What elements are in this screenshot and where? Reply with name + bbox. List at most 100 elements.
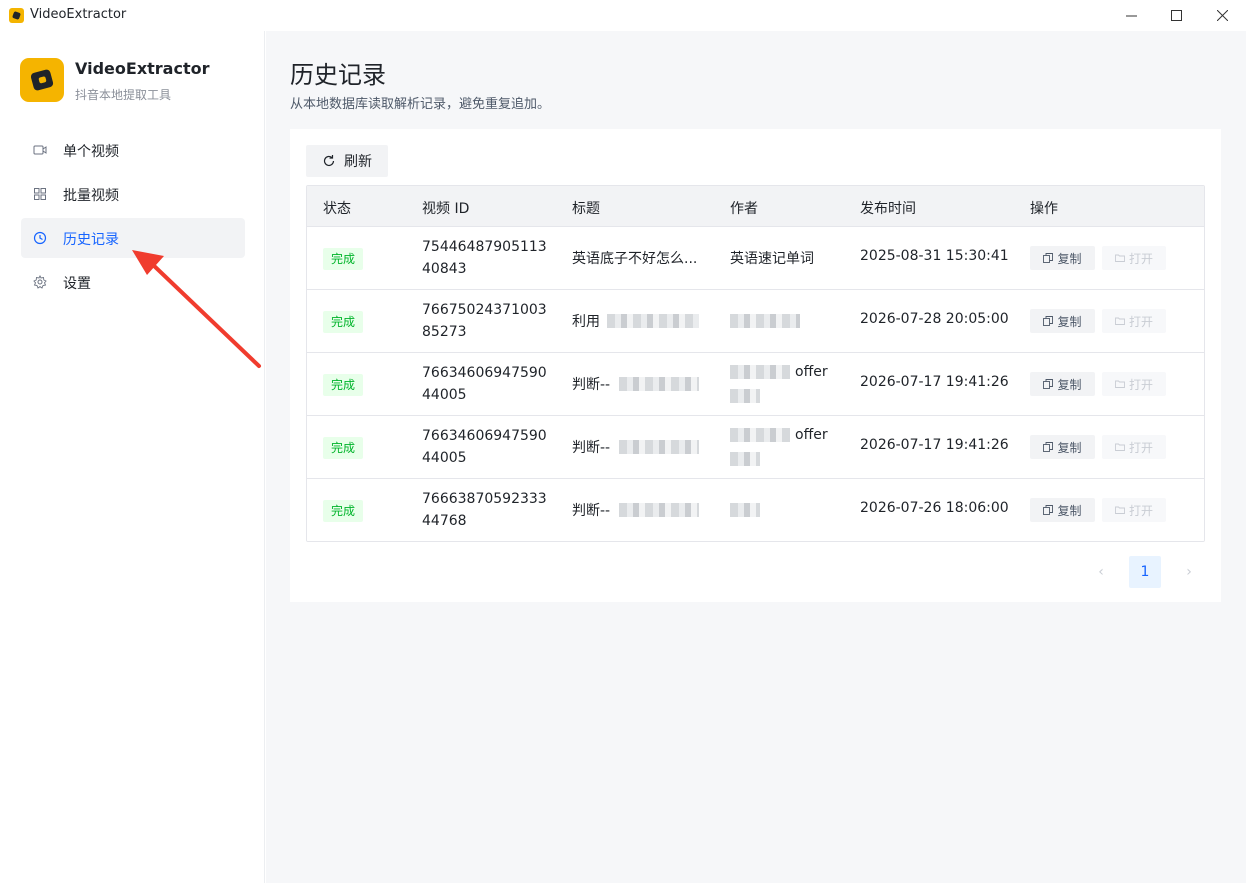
copy-icon xyxy=(1043,442,1054,452)
brand-logo xyxy=(20,58,64,102)
video-icon xyxy=(33,143,47,157)
copy-icon xyxy=(1043,316,1054,326)
close-icon xyxy=(1216,10,1228,21)
open-button[interactable]: 打开 xyxy=(1102,246,1166,270)
open-label: 打开 xyxy=(1128,314,1153,329)
folder-icon xyxy=(1115,380,1125,388)
grid-icon xyxy=(33,187,47,201)
page-description: 从本地数据库读取解析记录，避免重复追加。 xyxy=(290,97,551,112)
sidebar-item-batch-video[interactable]: 批量视频 xyxy=(21,174,245,214)
title-cell: 英语底子不好怎么... xyxy=(572,251,698,267)
video-id-cell: 7666387059233344768 xyxy=(422,491,547,529)
prev-page-button[interactable]: ‹ xyxy=(1085,556,1117,588)
blurred-author xyxy=(730,314,800,328)
copy-label: 复制 xyxy=(1057,251,1082,266)
table-row: 完成 7544648790511340843 英语底子不好怎么... 英语速记单… xyxy=(307,227,1204,290)
blurred-author xyxy=(730,389,760,403)
app-icon xyxy=(9,8,24,23)
publish-time-cell: 2025-08-31 15:30:41 xyxy=(860,248,1009,264)
copy-button[interactable]: 复制 xyxy=(1030,309,1095,333)
sidebar-item-label: 单个视频 xyxy=(63,144,119,160)
main-content: 历史记录 从本地数据库读取解析记录，避免重复追加。 刷新 状态 视频 ID 标题… xyxy=(266,31,1246,883)
table-row: 完成 7666387059233344768 判断-- 2026-07-26 1… xyxy=(307,479,1204,541)
blurred-author xyxy=(730,503,760,517)
folder-icon xyxy=(1115,443,1125,451)
sidebar-item-history[interactable]: 历史记录 xyxy=(21,218,245,258)
blurred-author xyxy=(730,428,790,442)
table-header: 状态 视频 ID 标题 作者 发布时间 操作 xyxy=(307,186,1204,227)
refresh-label: 刷新 xyxy=(344,154,372,170)
window-title: VideoExtractor xyxy=(30,7,127,22)
status-badge: 完成 xyxy=(323,311,364,333)
sidebar-item-label: 批量视频 xyxy=(63,188,119,204)
page-number-button[interactable]: 1 xyxy=(1129,556,1161,588)
minimize-button[interactable] xyxy=(1108,0,1154,31)
minimize-icon xyxy=(1125,15,1137,17)
copy-icon xyxy=(1043,379,1054,389)
copy-label: 复制 xyxy=(1057,314,1082,329)
open-label: 打开 xyxy=(1128,377,1153,392)
table-row: 完成 7663460694759044005 判断-- offer 2026-0… xyxy=(307,416,1204,479)
brand-subtitle: 抖音本地提取工具 xyxy=(75,88,172,102)
brand-name: VideoExtractor xyxy=(75,59,210,78)
column-header-video-id[interactable]: 视频 ID xyxy=(422,198,469,218)
blurred-author xyxy=(730,452,760,466)
history-card: 刷新 状态 视频 ID 标题 作者 发布时间 操作 完成 75446487905… xyxy=(290,129,1221,602)
maximize-button[interactable] xyxy=(1153,0,1199,31)
blurred-author xyxy=(730,365,790,379)
sidebar-item-label: 历史记录 xyxy=(63,232,119,248)
video-id-cell: 7663460694759044005 xyxy=(422,428,547,466)
publish-time-cell: 2026-07-28 20:05:00 xyxy=(860,311,1009,327)
refresh-icon xyxy=(322,154,336,168)
column-header-publish-time[interactable]: 发布时间 xyxy=(860,198,916,218)
blurred-title xyxy=(619,440,699,454)
sidebar-item-settings[interactable]: 设置 xyxy=(21,262,245,302)
publish-time-cell: 2026-07-17 19:41:26 xyxy=(860,374,1009,390)
status-badge: 完成 xyxy=(323,248,364,270)
title-bar: VideoExtractor xyxy=(0,0,1246,31)
open-button[interactable]: 打开 xyxy=(1102,498,1166,522)
table-row: 完成 7663460694759044005 判断-- offer 2026-0… xyxy=(307,353,1204,416)
copy-icon xyxy=(1043,505,1054,515)
open-button[interactable]: 打开 xyxy=(1102,435,1166,459)
copy-label: 复制 xyxy=(1057,503,1082,518)
copy-button[interactable]: 复制 xyxy=(1030,246,1095,270)
table-row: 完成 7667502437100385273 利用 2026-07-28 20:… xyxy=(307,290,1204,353)
video-id-cell: 7544648790511340843 xyxy=(422,239,547,277)
open-button[interactable]: 打开 xyxy=(1102,309,1166,333)
copy-label: 复制 xyxy=(1057,440,1082,455)
gear-icon xyxy=(33,275,47,289)
author-cell: offer xyxy=(795,364,828,380)
copy-button[interactable]: 复制 xyxy=(1030,435,1095,459)
video-id-cell: 7663460694759044005 xyxy=(422,365,547,403)
status-badge: 完成 xyxy=(323,374,364,396)
column-header-title[interactable]: 标题 xyxy=(572,198,600,218)
close-button[interactable] xyxy=(1199,0,1245,31)
status-badge: 完成 xyxy=(323,437,364,459)
copy-label: 复制 xyxy=(1057,377,1082,392)
status-badge: 完成 xyxy=(323,500,364,522)
folder-icon xyxy=(1115,506,1125,514)
author-cell: 英语速记单词 xyxy=(730,251,814,267)
maximize-icon xyxy=(1170,10,1182,21)
sidebar-item-single-video[interactable]: 单个视频 xyxy=(21,130,245,170)
column-header-actions: 操作 xyxy=(1030,201,1058,217)
video-id-cell: 7667502437100385273 xyxy=(422,302,547,340)
column-header-status[interactable]: 状态 xyxy=(323,198,351,218)
history-icon xyxy=(33,231,47,245)
open-label: 打开 xyxy=(1128,503,1153,518)
sidebar: VideoExtractor 抖音本地提取工具 单个视频 批量视频 历史记录 设… xyxy=(0,31,265,883)
refresh-button[interactable]: 刷新 xyxy=(306,145,388,177)
open-button[interactable]: 打开 xyxy=(1102,372,1166,396)
history-table: 状态 视频 ID 标题 作者 发布时间 操作 完成 75446487905113… xyxy=(306,185,1205,542)
blurred-title xyxy=(619,503,699,517)
author-cell: offer xyxy=(795,427,828,443)
copy-button[interactable]: 复制 xyxy=(1030,498,1095,522)
sidebar-item-label: 设置 xyxy=(63,276,91,292)
copy-icon xyxy=(1043,253,1054,263)
column-header-author[interactable]: 作者 xyxy=(730,198,758,218)
next-page-button[interactable]: › xyxy=(1173,556,1205,588)
folder-icon xyxy=(1115,317,1125,325)
blurred-title xyxy=(607,314,699,328)
copy-button[interactable]: 复制 xyxy=(1030,372,1095,396)
